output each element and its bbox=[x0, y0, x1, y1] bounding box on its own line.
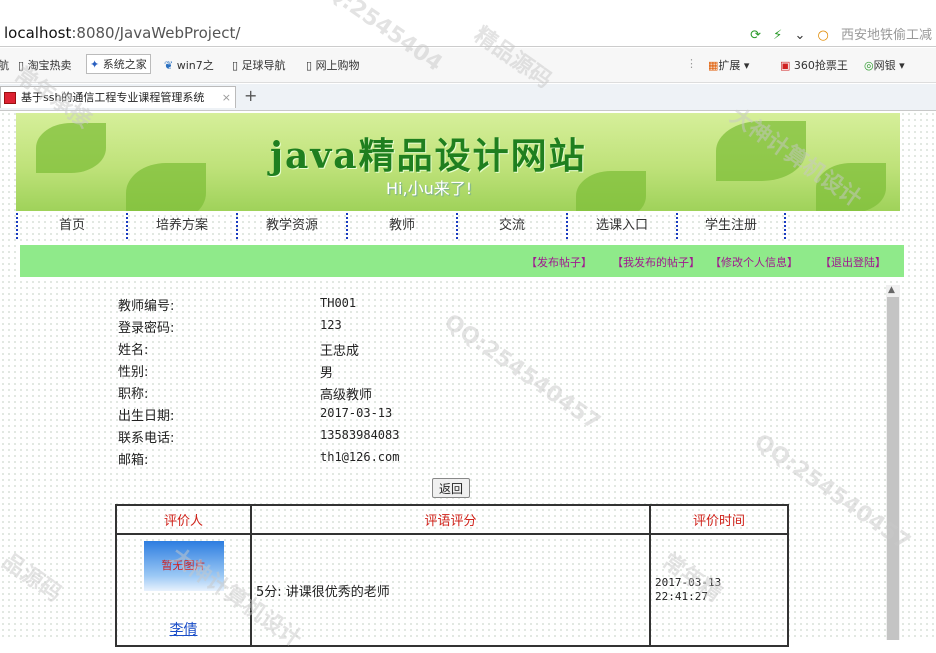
edit-profile-link[interactable]: 【修改个人信息】 bbox=[710, 254, 798, 270]
info-value: 2017-03-13 bbox=[320, 406, 393, 420]
nav-item-teachers[interactable]: 教师 bbox=[346, 213, 456, 239]
info-label: 姓名: bbox=[118, 343, 149, 358]
nav-item-register[interactable]: 学生注册 bbox=[676, 213, 786, 239]
info-value: 高级教师 bbox=[320, 388, 373, 403]
back-button[interactable]: 返回 bbox=[432, 478, 470, 498]
grid-icon: ▦ bbox=[708, 59, 719, 72]
new-tab-icon[interactable]: + bbox=[244, 86, 257, 105]
ticket-icon: ▣ bbox=[780, 59, 791, 72]
tab-strip: 基于ssh的通信工程专业课程管理系统 × + bbox=[0, 84, 936, 111]
info-row: 联系电话: 13583984083 bbox=[118, 425, 518, 447]
post-link[interactable]: 【发布帖子】 bbox=[526, 254, 592, 270]
info-value: 男 bbox=[320, 366, 334, 381]
bookmark-item[interactable]: ❦ win7之 bbox=[164, 57, 214, 73]
toolbar-bank[interactable]: ◎网银 ▾ bbox=[864, 57, 905, 73]
time-clock: 22:41:27 bbox=[655, 590, 708, 603]
bookmark-item[interactable]: ▯ 足球导航 bbox=[232, 57, 286, 73]
column-header: 评价人 bbox=[115, 504, 252, 535]
tab-title: 基于ssh的通信工程专业课程管理系统 bbox=[21, 91, 205, 104]
info-row: 教师编号: TH001 bbox=[118, 293, 518, 315]
browser-tab[interactable]: 基于ssh的通信工程专业课程管理系统 × bbox=[0, 86, 236, 108]
evaluation-table: 评价人 评语评分 评价时间 暂无图片 李倩 5分: 讲课很优秀的老师 2017-… bbox=[115, 504, 789, 647]
nav-item-home[interactable]: 首页 bbox=[16, 213, 126, 239]
bookmarks-bar: 航 ▯ 淘宝热卖 ✦ 系统之家 ❦ win7之 ▯ 足球导航 ▯ 网上购物 ⋮ … bbox=[0, 48, 936, 83]
info-row: 登录密码: 123 bbox=[118, 315, 518, 337]
info-value: th1@126.com bbox=[320, 450, 400, 464]
bookmark-icon: ✦ bbox=[90, 58, 100, 71]
leaf-decoration bbox=[816, 163, 886, 211]
table-header-row: 评价人 评语评分 评价时间 bbox=[115, 504, 789, 535]
info-row: 出生日期: 2017-03-13 bbox=[118, 403, 518, 425]
bookmark-item[interactable]: 航 bbox=[0, 57, 9, 73]
refresh-icon[interactable]: ⟳ bbox=[750, 28, 761, 43]
logout-link[interactable]: 【退出登陆】 bbox=[820, 254, 886, 270]
leaf-decoration bbox=[36, 123, 106, 173]
site-title: java精品设计网站 bbox=[270, 135, 587, 177]
info-value: 123 bbox=[320, 318, 342, 332]
lightning-icon[interactable]: ⚡ bbox=[773, 28, 782, 43]
page-content: java精品设计网站 Hi,小u来了! 首页 培养方案 教学资源 教师 交流 选… bbox=[0, 111, 936, 647]
main-nav: 首页 培养方案 教学资源 教师 交流 选课入口 学生注册 bbox=[16, 213, 900, 239]
bank-icon: ◎ bbox=[864, 59, 874, 72]
chevron-down-icon[interactable]: ⌄ bbox=[794, 28, 805, 43]
address-bar[interactable]: localhost:8080/JavaWebProject/ ⟳ ⚡ ⌄ ○ 西… bbox=[0, 20, 936, 47]
avatar: 暂无图片 bbox=[143, 541, 224, 591]
time-date: 2017-03-13 bbox=[655, 576, 722, 589]
bird-icon: ❦ bbox=[164, 59, 174, 72]
info-label: 邮箱: bbox=[118, 453, 149, 468]
search-suggestion[interactable]: 西安地铁偷工减 bbox=[841, 28, 932, 43]
info-value: 13583984083 bbox=[320, 428, 400, 442]
toolbar-ticket[interactable]: ▣ 360抢票王 bbox=[780, 57, 848, 73]
url-field[interactable]: localhost:8080/JavaWebProject/ bbox=[4, 24, 240, 42]
bookmarks-separator: ⋮ bbox=[686, 57, 697, 70]
scroll-thumb[interactable] bbox=[887, 297, 899, 640]
comment-cell: 5分: 讲课很优秀的老师 bbox=[250, 533, 651, 647]
scroll-up-icon[interactable]: ▲ bbox=[888, 285, 895, 295]
info-row: 性别: 男 bbox=[118, 359, 518, 381]
bookmark-item[interactable]: ▯ 网上购物 bbox=[306, 57, 360, 73]
column-header: 评价时间 bbox=[649, 504, 789, 535]
time-cell: 2017-03-13 22:41:27 bbox=[649, 533, 789, 647]
page-scrollbar[interactable]: ▲ bbox=[886, 285, 900, 640]
toolbar-extension[interactable]: ▦扩展 ▾ bbox=[708, 57, 749, 73]
bookmark-item[interactable]: ✦ 系统之家 bbox=[86, 54, 151, 74]
nav-item-course-selection[interactable]: 选课入口 bbox=[566, 213, 676, 239]
info-label: 性别: bbox=[118, 365, 149, 380]
favicon-icon bbox=[4, 92, 16, 104]
evaluator-cell: 暂无图片 李倩 bbox=[115, 533, 252, 647]
info-label: 教师编号: bbox=[118, 299, 175, 314]
user-action-bar: 【发布帖子】 【我发布的帖子】 【修改个人信息】 【退出登陆】 bbox=[20, 245, 904, 277]
nav-item-forum[interactable]: 交流 bbox=[456, 213, 566, 239]
table-row: 暂无图片 李倩 5分: 讲课很优秀的老师 2017-03-13 22:41:27 bbox=[115, 533, 789, 647]
info-label: 出生日期: bbox=[118, 409, 175, 424]
site-subtitle: Hi,小u来了! bbox=[386, 179, 473, 198]
site-banner: java精品设计网站 Hi,小u来了! bbox=[16, 113, 900, 211]
leaf-decoration bbox=[126, 163, 206, 211]
info-row: 邮箱: th1@126.com bbox=[118, 447, 518, 469]
close-icon[interactable]: × bbox=[222, 87, 231, 108]
address-right-tools: ⟳ ⚡ ⌄ ○ 西安地铁偷工减 bbox=[742, 24, 932, 43]
info-value: 王忠成 bbox=[320, 344, 360, 359]
evaluator-name-link[interactable]: 李倩 bbox=[170, 619, 198, 639]
leaf-decoration bbox=[716, 121, 806, 181]
my-posts-link[interactable]: 【我发布的帖子】 bbox=[612, 254, 700, 270]
info-row: 姓名: 王忠成 bbox=[118, 337, 518, 359]
nav-item-resources[interactable]: 教学资源 bbox=[236, 213, 346, 239]
column-header: 评语评分 bbox=[250, 504, 651, 535]
info-row: 职称: 高级教师 bbox=[118, 381, 518, 403]
bookmark-item[interactable]: ▯ 淘宝热卖 bbox=[18, 57, 72, 73]
search-engine-icon[interactable]: ○ bbox=[818, 28, 829, 43]
info-label: 联系电话: bbox=[118, 431, 175, 446]
info-label: 职称: bbox=[118, 387, 149, 402]
nav-item-training-plan[interactable]: 培养方案 bbox=[126, 213, 236, 239]
info-value: TH001 bbox=[320, 296, 357, 310]
info-label: 登录密码: bbox=[118, 321, 175, 336]
